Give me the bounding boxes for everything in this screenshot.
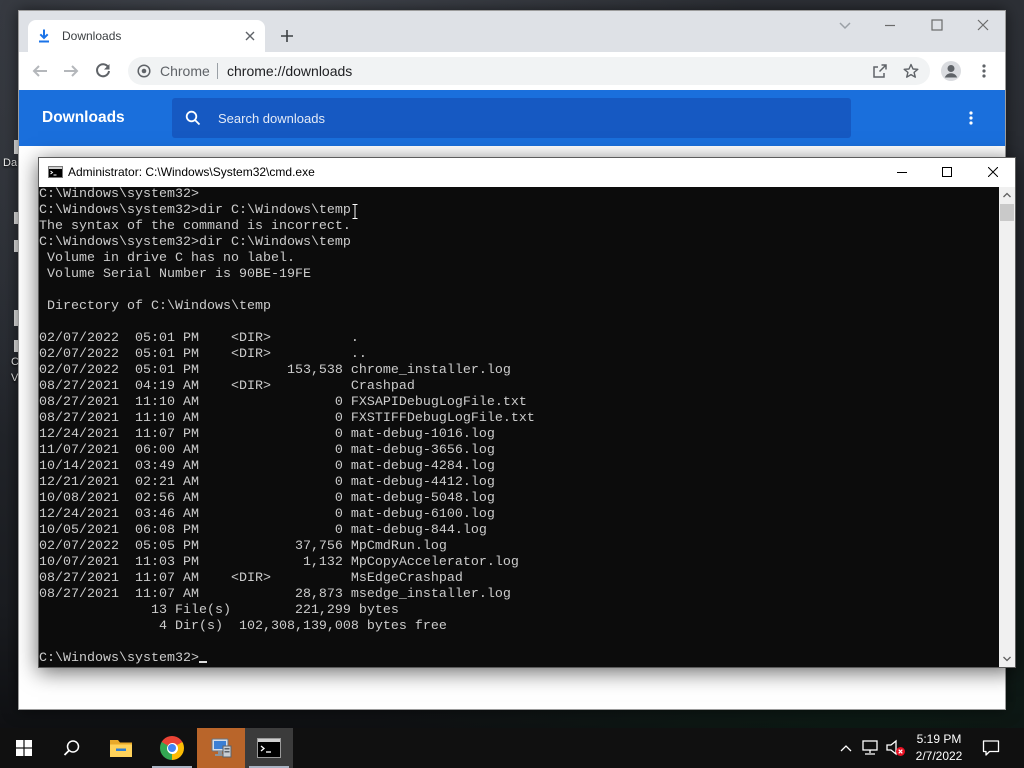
console-line: 10/14/2021 03:49 AM 0 mat-debug-4284.log: [39, 459, 495, 474]
tab-title: Downloads: [62, 29, 122, 43]
search-input[interactable]: [218, 98, 838, 138]
search-icon: [185, 110, 201, 126]
chevron-up-icon[interactable]: [838, 740, 854, 756]
volume-muted-icon[interactable]: [886, 739, 906, 757]
console-line: 13 File(s) 221,299 bytes: [39, 603, 399, 618]
chevron-up-icon[interactable]: [999, 187, 1015, 203]
console-line: 02/07/2022 05:05 PM 37,756 MpCmdRun.log: [39, 539, 447, 554]
clock-date: 2/7/2022: [915, 749, 963, 763]
minimize-icon[interactable]: [897, 167, 907, 177]
tab-downloads[interactable]: Downloads: [28, 20, 265, 52]
console-line: Volume Serial Number is 90BE-19FE: [39, 267, 311, 282]
console-line: 08/27/2021 11:07 AM 28,873 msedge_instal…: [39, 587, 511, 602]
installer-icon: [209, 736, 233, 760]
mouse-ibeam-cursor: [352, 204, 358, 219]
scrollbar-thumb[interactable]: [1000, 204, 1014, 221]
more-vert-icon[interactable]: [963, 110, 979, 126]
url-text[interactable]: chrome://downloads: [227, 57, 352, 85]
console-line: 08/27/2021 04:19 AM <DIR> Crashpad: [39, 379, 415, 394]
start-button[interactable]: [0, 728, 48, 768]
console-line: 08/27/2021 11:10 AM 0 FXSAPIDebugLogFile…: [39, 395, 527, 410]
console-line: 02/07/2022 05:01 PM <DIR> ..: [39, 347, 367, 362]
browser-toolbar: Chrome chrome://downloads: [19, 52, 1005, 90]
close-icon[interactable]: [988, 167, 998, 177]
chevron-down-icon[interactable]: [999, 651, 1015, 667]
search-field[interactable]: [172, 98, 851, 138]
console-line: C:\Windows\system32>dir C:\Windows\temp: [39, 203, 351, 218]
tab-strip: Downloads: [19, 11, 1005, 52]
share-icon[interactable]: [872, 63, 888, 79]
console[interactable]: C:\Windows\system32> C:\Windows\system32…: [39, 187, 1015, 667]
cmd-taskbar-button[interactable]: [245, 728, 293, 768]
chrome-taskbar-button[interactable]: [148, 728, 196, 768]
window-title: Administrator: C:\Windows\System32\cmd.e…: [68, 165, 315, 179]
more-vert-icon[interactable]: [976, 63, 992, 79]
search-button[interactable]: [48, 728, 96, 768]
chrome-icon: [160, 736, 184, 760]
maximize-icon[interactable]: [931, 19, 943, 31]
chrome-icon: [137, 64, 151, 78]
downloads-header: Downloads: [19, 90, 1005, 146]
windows-logo-icon: [16, 740, 32, 756]
console-line: 10/05/2021 06:08 PM 0 mat-debug-844.log: [39, 523, 487, 538]
console-line: 12/24/2021 11:07 PM 0 mat-debug-1016.log: [39, 427, 495, 442]
star-icon[interactable]: [903, 63, 919, 79]
cmd-window: Administrator: C:\Windows\System32\cmd.e…: [38, 157, 1016, 668]
console-line: 10/07/2021 11:03 PM 1,132 MpCopyAccelera…: [39, 555, 519, 570]
taskbar: 5:19 PM 2/7/2022: [0, 728, 1024, 768]
reload-icon[interactable]: [94, 62, 112, 80]
address-separator: [217, 63, 218, 79]
network-icon[interactable]: [861, 739, 879, 757]
console-line: 08/27/2021 11:07 AM <DIR> MsEdgeCrashpad: [39, 571, 463, 586]
cmd-title-bar[interactable]: Administrator: C:\Windows\System32\cmd.e…: [39, 158, 1015, 187]
folder-icon: [109, 738, 133, 758]
console-prompt: C:\Windows\system32>: [39, 651, 199, 666]
maximize-icon[interactable]: [942, 167, 952, 177]
console-line: Directory of C:\Windows\temp: [39, 299, 271, 314]
search-icon: [63, 739, 81, 757]
arrow-right-icon[interactable]: [62, 62, 80, 80]
console-prompt-line: C:\Windows\system32>: [39, 651, 999, 667]
console-line: 02/07/2022 05:01 PM <DIR> .: [39, 331, 359, 346]
console-line: 12/21/2021 02:21 AM 0 mat-debug-4412.log: [39, 475, 495, 490]
minimize-icon[interactable]: [884, 19, 896, 31]
scrollbar[interactable]: [999, 187, 1015, 667]
notification-icon[interactable]: [982, 739, 1000, 757]
page-title: Downloads: [42, 109, 125, 126]
cmd-icon: [257, 738, 281, 758]
console-line: 10/08/2021 02:56 AM 0 mat-debug-5048.log: [39, 491, 495, 506]
close-icon[interactable]: [244, 30, 256, 42]
plus-icon[interactable]: [277, 26, 297, 46]
console-line: Volume in drive C has no label.: [39, 251, 295, 266]
console-line: 4 Dir(s) 102,308,139,008 bytes free: [39, 619, 447, 634]
arrow-left-icon[interactable]: [31, 62, 49, 80]
console-line: 02/07/2022 05:01 PM 153,538 chrome_insta…: [39, 363, 511, 378]
chevron-down-icon[interactable]: [837, 17, 853, 33]
console-line: C:\Windows\system32>dir C:\Windows\temp: [39, 235, 351, 250]
cmd-icon: [48, 166, 63, 178]
clock-time: 5:19 PM: [916, 732, 962, 746]
console-line: The syntax of the command is incorrect.: [39, 219, 351, 234]
text-cursor: [198, 651, 207, 663]
site-label: Chrome: [160, 63, 210, 79]
address-bar[interactable]: Chrome chrome://downloads: [128, 57, 930, 85]
desktop-icon-label[interactable]: Da: [3, 157, 17, 170]
close-icon[interactable]: [977, 19, 989, 31]
download-icon: [36, 28, 52, 44]
console-line: 12/24/2021 03:46 AM 0 mat-debug-6100.log: [39, 507, 495, 522]
console-line: 08/27/2021 11:10 AM 0 FXSTIFFDebugLogFil…: [39, 411, 535, 426]
console-line: C:\Windows\system32>: [39, 187, 199, 202]
console-line: 11/07/2021 06:00 AM 0 mat-debug-3656.log: [39, 443, 495, 458]
flashing-app-button[interactable]: [197, 728, 245, 768]
file-explorer-button[interactable]: [97, 728, 145, 768]
profile-icon[interactable]: [940, 60, 962, 82]
system-clock[interactable]: 5:19 PM 2/7/2022: [904, 731, 974, 765]
console-output: C:\Windows\system32> C:\Windows\system32…: [39, 187, 999, 667]
